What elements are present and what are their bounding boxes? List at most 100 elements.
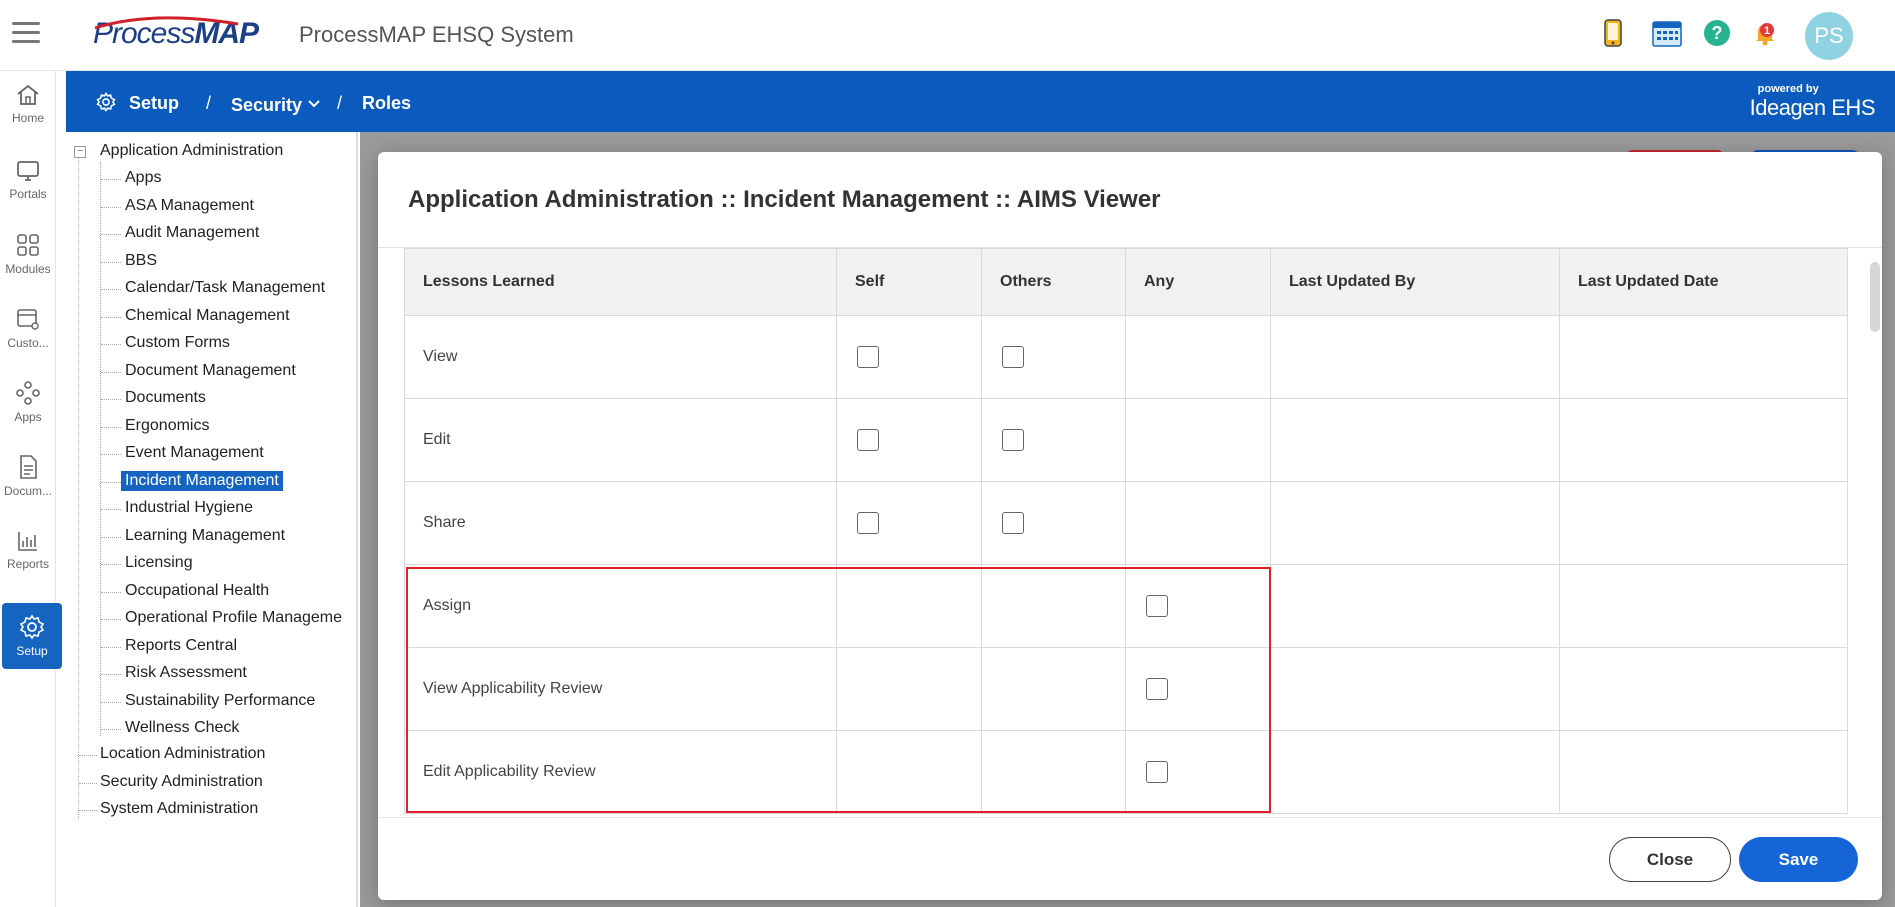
save-button[interactable]: Save	[1739, 837, 1858, 882]
tree-node-item[interactable]: Event Management	[125, 444, 264, 462]
permission-cell-self	[836, 564, 982, 648]
tree-connector	[101, 207, 121, 208]
last-updated-by-cell	[1270, 647, 1560, 731]
close-button[interactable]: Close	[1609, 837, 1731, 882]
table-row: Share	[404, 481, 1848, 565]
table-header-row: Lessons Learned Self Others Any Last Upd…	[404, 248, 1848, 316]
permission-cell-any	[1125, 481, 1271, 565]
hamburger-menu-icon[interactable]	[12, 22, 40, 44]
checkbox-self[interactable]	[857, 346, 879, 368]
tree-connector	[101, 537, 121, 538]
permission-cell-any	[1125, 564, 1271, 648]
breadcrumb-separator: /	[337, 93, 343, 113]
checkbox-others[interactable]	[1002, 512, 1024, 534]
tree-node-item[interactable]: Custom Forms	[125, 334, 230, 352]
checkbox-any[interactable]	[1146, 595, 1168, 617]
rail-item-setup[interactable]: Setup	[2, 603, 62, 669]
tree-connector	[101, 427, 121, 428]
tree-node-item[interactable]: Wellness Check	[125, 719, 239, 737]
last-updated-date-cell	[1559, 481, 1848, 565]
rail-item-modules[interactable]: Modules	[0, 221, 56, 287]
tree-node-item[interactable]: Ergonomics	[125, 417, 209, 435]
breadcrumb-separator: /	[206, 93, 212, 113]
permissions-table-wrapper[interactable]: Lessons Learned Self Others Any Last Upd…	[404, 248, 1854, 818]
tree-node-item[interactable]: Incident Management	[121, 471, 283, 491]
table-row: View	[404, 315, 1848, 399]
column-header: Last Updated Date	[1559, 248, 1848, 316]
column-header: Others	[981, 248, 1126, 316]
tree-node-item[interactable]: Calendar/Task Management	[125, 279, 325, 297]
rail-item-custom[interactable]: Custo...	[0, 295, 56, 361]
tree-node-item[interactable]: Industrial Hygiene	[125, 499, 253, 517]
tree-node-item[interactable]: ASA Management	[125, 197, 254, 215]
powered-by-logo: powered by Ideagen EHS	[1749, 83, 1876, 120]
tree-connector	[101, 317, 121, 318]
tree-node-section[interactable]: System Administration	[100, 800, 258, 818]
tree-node-item[interactable]: Audit Management	[125, 224, 259, 242]
rail-item-portals[interactable]: Portals	[0, 147, 56, 213]
permission-cell-others	[981, 647, 1126, 731]
tree-node-item[interactable]: Document Management	[125, 362, 296, 380]
permission-cell-others	[981, 398, 1126, 482]
checkbox-any[interactable]	[1146, 678, 1168, 700]
tree-node-item[interactable]: Occupational Health	[125, 582, 269, 600]
tree-connector	[79, 755, 97, 756]
checkbox-others[interactable]	[1002, 346, 1024, 368]
tree-node-item[interactable]: Documents	[125, 389, 206, 407]
breadcrumb-security[interactable]: Security	[231, 95, 302, 116]
tree-connector	[101, 179, 121, 180]
scrollbar-thumb[interactable]	[1870, 262, 1880, 332]
table-row: Edit Applicability Review	[404, 730, 1848, 814]
rail-item-home[interactable]: Home	[0, 71, 56, 137]
last-updated-date-cell	[1559, 315, 1848, 399]
tree-collapse-icon[interactable]: −	[74, 146, 86, 158]
permission-cell-others	[981, 730, 1126, 814]
rail-item-documents[interactable]: Docum...	[0, 443, 56, 509]
user-avatar[interactable]: PS	[1805, 12, 1853, 60]
modal-title: Application Administration :: Incident M…	[408, 186, 1161, 213]
tree-node-item[interactable]: Reports Central	[125, 637, 237, 655]
svg-text:1: 1	[1764, 25, 1770, 37]
checkbox-self[interactable]	[857, 512, 879, 534]
rail-item-reports[interactable]: Reports	[0, 517, 56, 583]
breadcrumb-roles: Roles	[362, 93, 412, 113]
calendar-icon[interactable]	[1651, 17, 1683, 49]
checkbox-others[interactable]	[1002, 429, 1024, 451]
tree-node-item[interactable]: Sustainability Performance	[125, 692, 315, 710]
tree-node-item[interactable]: Chemical Management	[125, 307, 290, 325]
column-header: Lessons Learned	[404, 248, 837, 316]
tree-node-section[interactable]: Location Administration	[100, 745, 265, 763]
notification-bell-icon[interactable]: 1	[1749, 17, 1781, 49]
tree-connector	[101, 454, 121, 455]
custom-icon	[17, 309, 39, 330]
tree-node-item[interactable]: Operational Profile Manageme	[125, 609, 342, 627]
tree-node-root[interactable]: Application Administration	[100, 142, 283, 160]
help-icon[interactable]: ?	[1701, 17, 1733, 49]
permissions-table: Lessons Learned Self Others Any Last Upd…	[404, 248, 1848, 814]
last-updated-by-cell	[1270, 398, 1560, 482]
permission-cell-others	[981, 481, 1126, 565]
rail-item-apps[interactable]: Apps	[0, 369, 56, 435]
mobile-icon[interactable]	[1597, 17, 1629, 49]
chevron-down-icon[interactable]	[308, 100, 320, 108]
tree-connector	[101, 234, 121, 235]
app-title: ProcessMAP EHSQ System	[299, 22, 574, 47]
tree-node-item[interactable]: Risk Assessment	[125, 664, 247, 682]
tree-connector	[101, 482, 121, 483]
permission-cell-others	[981, 315, 1126, 399]
tree-node-item[interactable]: Apps	[125, 169, 161, 187]
tree-node-item[interactable]: Licensing	[125, 554, 193, 572]
tree-connector	[101, 702, 121, 703]
tree-node-section[interactable]: Security Administration	[100, 773, 263, 791]
tree-node-item[interactable]: Learning Management	[125, 527, 285, 545]
logo-swoosh-icon	[94, 16, 239, 30]
permission-label: Edit	[404, 398, 837, 482]
monitor-icon	[17, 161, 39, 181]
tree-connector	[101, 289, 121, 290]
checkbox-any[interactable]	[1146, 761, 1168, 783]
tree-node-item[interactable]: BBS	[125, 252, 157, 270]
apps-icon	[16, 381, 40, 405]
checkbox-self[interactable]	[857, 429, 879, 451]
last-updated-by-cell	[1270, 730, 1560, 814]
breadcrumb-setup[interactable]: Setup	[129, 93, 179, 114]
